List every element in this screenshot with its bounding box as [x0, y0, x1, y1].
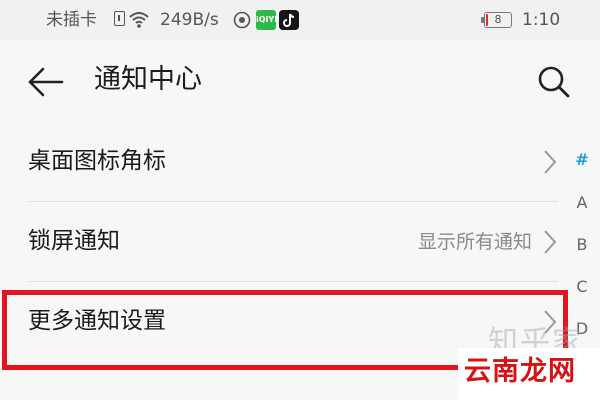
- battery-level: 8: [494, 13, 502, 26]
- status-bar: 未插卡 249B/s iQIYI 8 1:10: [0, 0, 600, 40]
- iqiyi-app-icon: iQIYI: [256, 10, 277, 30]
- row-value: 显示所有通知: [417, 231, 532, 253]
- index-letter-hash[interactable]: #: [572, 150, 592, 170]
- wifi-icon: [129, 12, 149, 28]
- index-letter-a[interactable]: A: [572, 193, 592, 213]
- desktop-icon-badge-row[interactable]: 桌面图标角标: [0, 122, 600, 202]
- row-label: 锁屏通知: [28, 228, 120, 254]
- lockscreen-notification-row[interactable]: 锁屏通知 显示所有通知: [0, 202, 600, 282]
- chevron-right-icon: [544, 230, 557, 254]
- network-speed: 249B/s: [160, 10, 219, 30]
- app-notification-icon: [233, 11, 251, 29]
- carrier-status: 未插卡: [46, 10, 97, 30]
- index-letter-c[interactable]: C: [572, 277, 592, 297]
- logo-text: 云南龙网: [464, 356, 576, 387]
- tiktok-app-icon: [279, 10, 299, 30]
- app-bar: 通知中心: [0, 40, 600, 122]
- sim-card-icon: [114, 11, 125, 26]
- chevron-right-icon: [544, 150, 557, 174]
- page-title: 通知中心: [94, 64, 202, 95]
- yunnan-longwang-logo: 云南龙网: [458, 348, 600, 400]
- back-arrow-icon[interactable]: [26, 62, 66, 102]
- battery-icon: 8: [481, 12, 512, 28]
- search-icon[interactable]: [534, 62, 574, 102]
- clock: 1:10: [522, 10, 561, 30]
- index-letter-b[interactable]: B: [572, 235, 592, 255]
- row-label: 桌面图标角标: [28, 148, 166, 174]
